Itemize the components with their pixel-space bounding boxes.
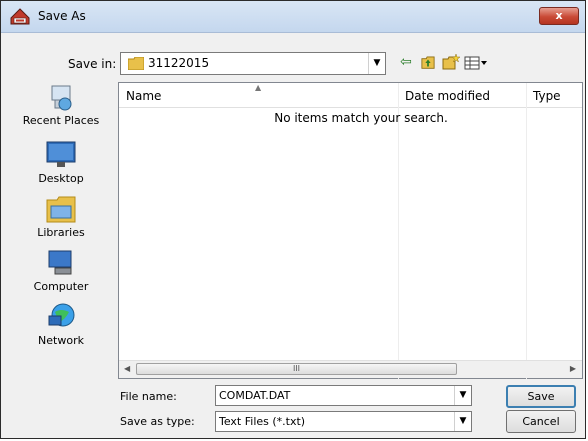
column-divider — [398, 83, 399, 379]
views-menu-icon[interactable] — [464, 56, 488, 70]
new-folder-icon[interactable] — [442, 54, 460, 70]
folder-icon — [128, 57, 144, 70]
save-in-value: 31122015 — [148, 56, 210, 70]
column-name[interactable]: Name — [126, 89, 161, 103]
horizontal-scrollbar[interactable]: ◀ III ▶ — [119, 360, 582, 378]
recent-places-icon — [51, 85, 72, 111]
file-name-label: File name: — [120, 390, 177, 403]
place-label: Libraries — [37, 226, 85, 239]
save-button[interactable]: Save — [506, 385, 576, 408]
place-desktop[interactable]: Desktop — [11, 140, 111, 185]
file-name-field[interactable]: COMDAT.DAT ▼ — [215, 385, 472, 406]
chevron-down-icon[interactable]: ▼ — [368, 53, 385, 74]
save-as-dialog: Save As x Save in: 31122015 ▼ ⇦ Recent P… — [0, 0, 586, 439]
place-label: Desktop — [38, 172, 84, 185]
place-recent-places[interactable]: Recent Places — [11, 84, 111, 127]
scroll-right-icon[interactable]: ▶ — [570, 364, 576, 373]
save-in-dropdown[interactable]: 31122015 ▼ — [120, 52, 386, 75]
column-divider — [526, 83, 527, 379]
libraries-icon — [46, 196, 76, 223]
arrow-left-icon[interactable]: ⇦ — [400, 54, 412, 70]
save-as-type-value: Text Files (*.txt) — [219, 415, 306, 428]
place-label: Computer — [33, 280, 89, 293]
empty-list-message: No items match your search. — [274, 111, 448, 125]
save-as-type-dropdown[interactable]: Text Files (*.txt) ▼ — [215, 411, 472, 432]
place-label: Network — [38, 334, 84, 347]
scrollbar-thumb[interactable]: III — [136, 363, 457, 375]
cancel-button[interactable]: Cancel — [506, 410, 576, 433]
scroll-left-icon[interactable]: ◀ — [124, 364, 130, 373]
title-bar[interactable]: Save As x — [1, 1, 585, 33]
file-list-header: Name ▲ Date modified Type — [119, 83, 582, 108]
place-computer[interactable]: Computer — [11, 248, 111, 293]
chevron-down-icon[interactable]: ▼ — [454, 412, 471, 431]
desktop-icon — [46, 141, 76, 167]
place-label: Recent Places — [22, 114, 100, 127]
up-folder-icon[interactable] — [420, 56, 436, 70]
window-title: Save As — [38, 9, 86, 23]
network-icon — [48, 303, 75, 327]
computer-icon — [48, 250, 72, 275]
file-list[interactable]: Name ▲ Date modified Type No items match… — [118, 82, 583, 379]
place-libraries[interactable]: Libraries — [11, 194, 111, 239]
app-icon — [10, 8, 30, 25]
file-name-value: COMDAT.DAT — [219, 389, 291, 402]
places-bar: Recent Places Desktop Libraries Computer — [11, 79, 111, 379]
column-date-modified[interactable]: Date modified — [405, 89, 490, 103]
place-network[interactable]: Network — [11, 302, 111, 347]
close-button[interactable]: x — [539, 7, 579, 25]
column-type[interactable]: Type — [533, 89, 561, 103]
save-as-type-label: Save as type: — [120, 415, 195, 428]
save-in-label: Save in: — [68, 57, 117, 71]
chevron-down-icon[interactable]: ▼ — [454, 386, 471, 405]
sort-ascending-icon: ▲ — [255, 83, 262, 92]
